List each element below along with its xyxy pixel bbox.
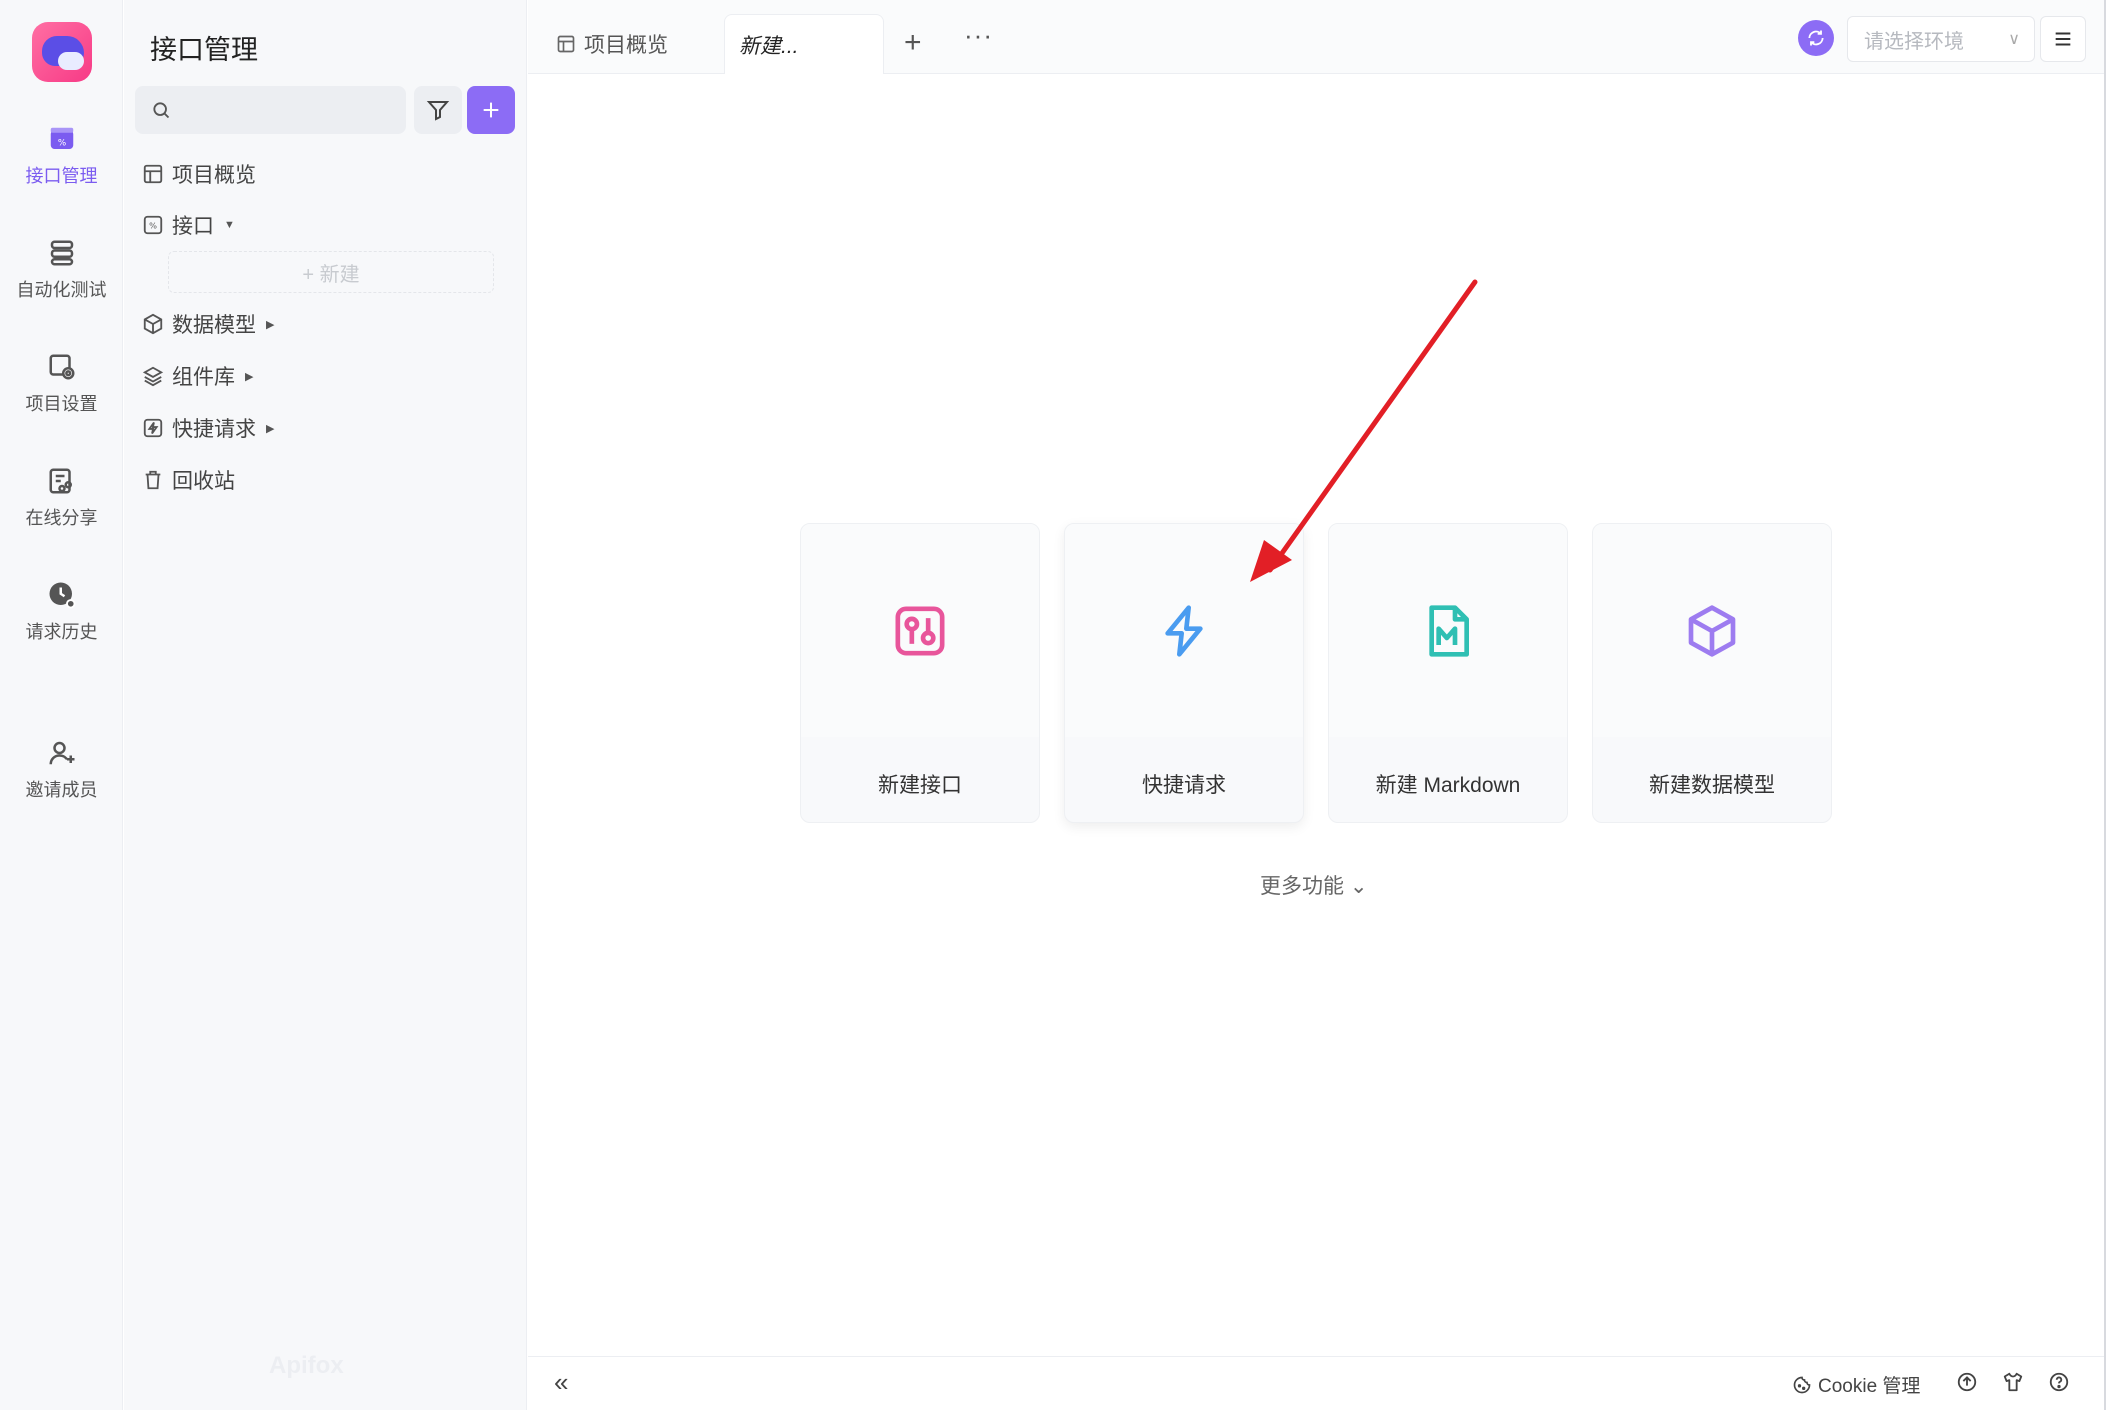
add-button[interactable]: [467, 86, 515, 134]
rail-item-invite-members[interactable]: 邀请成员: [0, 738, 123, 828]
filter-icon: [426, 101, 450, 121]
hamburger-icon: [2055, 32, 2071, 46]
sync-button[interactable]: [1798, 20, 1834, 56]
environment-select[interactable]: 请选择环境 ∨: [1847, 16, 2035, 62]
lightning-icon: [143, 418, 163, 438]
cookie-manager-button[interactable]: Cookie 管理: [1792, 1371, 1920, 1398]
markdown-icon: [1429, 604, 1469, 657]
tab-label: 新建...: [739, 34, 799, 58]
sidebar: 接口管理 项目概览 % 接口 ▼ + 新建 数据模型 ▶ 组件库 ▶ 快捷请求 …: [124, 0, 527, 1410]
card-new-data-model[interactable]: 新建数据模型: [1592, 523, 1832, 823]
tab-project-overview[interactable]: 项目概览: [556, 14, 668, 74]
tree-item-label: 数据模型: [172, 314, 256, 337]
more-features-button[interactable]: 更多功能 ⌄: [1260, 870, 1367, 900]
caret-down-icon[interactable]: ▼: [224, 219, 235, 231]
help-icon[interactable]: [2048, 1371, 2070, 1393]
api-icon: %: [50, 127, 73, 149]
rail-item-request-history[interactable]: 请求历史: [0, 580, 123, 670]
tree-item-recycle-bin[interactable]: 回收站: [142, 462, 235, 498]
cookie-label: Cookie 管理: [1818, 1376, 1921, 1397]
tree-item-api[interactable]: % 接口 ▼: [142, 207, 235, 243]
new-api-button[interactable]: + 新建: [168, 251, 494, 293]
left-rail: % 接口管理 自动化测试 项目设置 在线分享 请求历史 邀请成员: [0, 0, 123, 1410]
more-tabs-button[interactable]: ···: [964, 20, 993, 51]
svg-text:%: %: [149, 221, 157, 231]
cookie-icon: [1793, 1376, 1811, 1393]
card-label: 新建数据模型: [1649, 774, 1775, 797]
trash-icon: [145, 470, 161, 490]
rail-item-label: 在线分享: [25, 508, 98, 528]
caret-right-icon[interactable]: ▶: [245, 370, 253, 383]
tree-item-label: 项目概览: [172, 164, 256, 187]
upload-icon[interactable]: [1956, 1371, 1978, 1393]
api-icon: %: [143, 215, 163, 235]
menu-button[interactable]: [2040, 16, 2086, 62]
tree-item-label: 回收站: [172, 470, 235, 493]
sync-icon: [1808, 30, 1824, 46]
caret-right-icon[interactable]: ▶: [266, 318, 274, 331]
card-quick-request[interactable]: 快捷请求: [1064, 523, 1304, 823]
rail-item-online-share[interactable]: 在线分享: [0, 466, 123, 556]
card-new-markdown[interactable]: 新建 Markdown: [1328, 523, 1568, 823]
tree-item-data-model[interactable]: 数据模型 ▶: [142, 306, 274, 342]
history-icon: [49, 582, 75, 609]
plus-icon: [483, 102, 499, 118]
environment-placeholder: 请选择环境: [1864, 30, 1964, 53]
tab-label: 项目概览: [584, 34, 668, 57]
rail-item-label: 自动化测试: [16, 280, 107, 300]
tree-item-quick-request[interactable]: 快捷请求 ▶: [142, 410, 274, 446]
rail-item-label: 项目设置: [25, 394, 98, 414]
sidebar-title: 接口管理: [150, 35, 258, 65]
cube-icon: [1688, 604, 1736, 657]
card-label: 新建接口: [878, 774, 962, 797]
tab-new[interactable]: 新建...: [724, 14, 884, 74]
layers-icon: [142, 366, 164, 387]
layout-icon: [557, 35, 575, 53]
shirt-icon[interactable]: [2002, 1371, 2024, 1393]
card-label: 新建 Markdown: [1375, 774, 1521, 797]
share-icon: [49, 468, 72, 494]
chevron-down-icon: ∨: [2008, 31, 2020, 48]
add-user-icon: [49, 741, 74, 765]
search-icon: [153, 102, 170, 119]
rail-item-label: 接口管理: [25, 166, 98, 186]
rail-item-label: 邀请成员: [25, 780, 98, 800]
settings-icon: [49, 354, 74, 380]
app-logo: [32, 22, 92, 82]
cube-icon: [143, 313, 163, 335]
app-window: % 接口管理 自动化测试 项目设置 在线分享 请求历史 邀请成员 接口管理 项目…: [0, 0, 2106, 1410]
tree-item-label: 组件库: [172, 366, 235, 389]
api-icon: [895, 606, 945, 655]
search-input[interactable]: [135, 86, 406, 134]
database-icon: [50, 240, 73, 266]
rail-item-label: 请求历史: [25, 622, 98, 642]
bottom-bar: « Cookie 管理: [528, 1356, 2106, 1410]
add-tab-button[interactable]: +: [904, 26, 922, 60]
tab-bar: 项目概览 新建... + ··· 请选择环境 ∨: [528, 0, 2106, 74]
tree-item-label: 接口: [172, 215, 214, 238]
card-label: 快捷请求: [1142, 774, 1226, 797]
tree-item-label: 快捷请求: [172, 418, 256, 441]
tree-item-project-overview[interactable]: 项目概览: [142, 156, 256, 192]
rail-item-project-settings[interactable]: 项目设置: [0, 352, 123, 442]
apifox-watermark: Apifox: [269, 1352, 344, 1379]
rail-item-api-management[interactable]: % 接口管理: [0, 124, 123, 214]
filter-button[interactable]: [414, 86, 462, 134]
collapse-sidebar-button[interactable]: «: [554, 1367, 568, 1398]
svg-text:%: %: [57, 138, 65, 148]
lightning-icon: [1165, 604, 1203, 657]
caret-right-icon[interactable]: ▶: [266, 422, 274, 435]
tree-item-component-library[interactable]: 组件库 ▶: [142, 358, 253, 394]
layout-icon: [143, 164, 163, 184]
card-new-api[interactable]: 新建接口: [800, 523, 1040, 823]
rail-item-automation-test[interactable]: 自动化测试: [0, 238, 123, 328]
